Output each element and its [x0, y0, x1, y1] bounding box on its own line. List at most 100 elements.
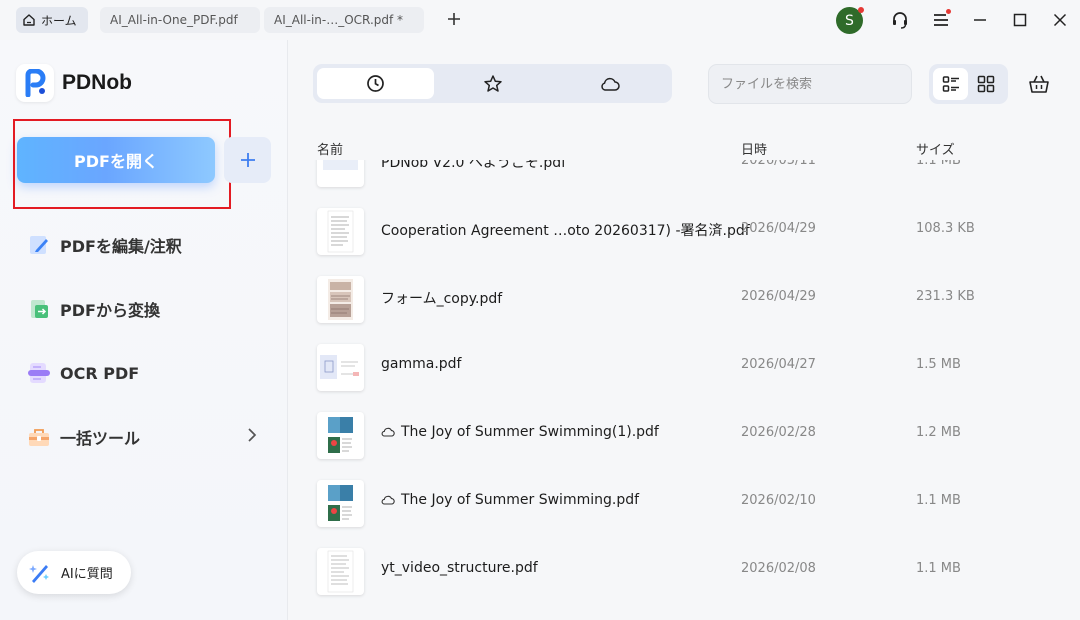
- tab-document-1[interactable]: AI_All-in-One_PDF.pdf: [100, 7, 260, 33]
- file-name: Cooperation Agreement …oto 20260317) -署名…: [381, 220, 750, 240]
- trash-button[interactable]: [1028, 73, 1050, 99]
- nav-ocr[interactable]: OCR PDF: [26, 359, 139, 387]
- nav-edit-annotate[interactable]: PDFを編集/注釈: [26, 231, 182, 259]
- grid-view-icon: [977, 75, 994, 93]
- file-row[interactable]: gamma.pdf 2026/04/27 1.5 MB: [300, 332, 1080, 400]
- nav-label: OCR PDF: [60, 363, 140, 383]
- notification-dot: [858, 7, 864, 13]
- add-button[interactable]: [224, 137, 271, 183]
- file-thumbnail: [317, 480, 364, 527]
- app-logo: PDNob: [16, 64, 132, 102]
- file-name: フォーム_copy.pdf: [381, 288, 502, 308]
- file-name: The Joy of Summer Swimming(1).pdf: [381, 424, 659, 440]
- notification-dot: [946, 9, 951, 14]
- grid-view-button[interactable]: [968, 68, 1003, 100]
- list-view-button[interactable]: [933, 68, 968, 100]
- convert-icon: [26, 296, 52, 322]
- nav-label: 一括ツール: [60, 429, 141, 448]
- column-header-size[interactable]: サイズ: [916, 139, 955, 158]
- file-search[interactable]: [708, 64, 912, 104]
- file-date: 2026/02/28: [741, 425, 816, 440]
- file-thumbnail: [317, 208, 364, 255]
- file-list: PDNob V2.0 へようこそ.pdf 2026/05/11 1.1 MB C…: [300, 160, 1080, 620]
- ocr-icon: [26, 360, 52, 386]
- home-icon: [23, 14, 35, 26]
- cloud-icon: [381, 426, 395, 438]
- file-name: PDNob V2.0 へようこそ.pdf: [381, 160, 566, 172]
- file-thumbnail: [317, 276, 364, 323]
- app-name: PDNob: [62, 71, 132, 94]
- view-toggle: [929, 64, 1008, 104]
- file-name: gamma.pdf: [381, 356, 461, 372]
- cloud-icon: [600, 77, 620, 91]
- file-name-text: The Joy of Summer Swimming(1).pdf: [401, 424, 659, 440]
- headset-icon: [893, 12, 907, 29]
- file-thumbnail: [317, 548, 364, 595]
- ask-ai-label: AIに質問: [61, 567, 113, 582]
- minimize-button[interactable]: [969, 9, 991, 31]
- tab-cloud[interactable]: [551, 68, 668, 99]
- nav-batch-tools[interactable]: 一括ツール: [26, 423, 140, 451]
- file-size: 1.1 MB: [916, 561, 961, 576]
- file-date: 2026/04/29: [741, 289, 816, 304]
- tab-home[interactable]: ホーム: [16, 7, 88, 33]
- new-tab-button[interactable]: [443, 8, 465, 30]
- tab-document-2[interactable]: AI_All-in-…_OCR.pdf *: [264, 7, 424, 33]
- avatar-letter: S: [845, 12, 854, 29]
- title-bar: ホーム AI_All-in-One_PDF.pdf AI_All-in-…_OC…: [0, 0, 1080, 40]
- view-filter-tabs: [313, 64, 672, 103]
- file-name-text: PDNob V2.0 へようこそ.pdf: [381, 160, 567, 171]
- cloud-icon: [381, 494, 395, 506]
- clock-icon: [367, 75, 384, 92]
- tab-home-label: ホーム: [41, 13, 77, 28]
- file-date: 2026/04/29: [741, 221, 816, 236]
- file-size: 108.3 KB: [916, 221, 975, 236]
- column-header-name[interactable]: 名前: [317, 139, 343, 158]
- user-avatar[interactable]: S: [836, 7, 864, 34]
- close-icon: [1053, 13, 1067, 27]
- toolbox-icon: [26, 424, 52, 450]
- file-row[interactable]: フォーム_copy.pdf 2026/04/29 231.3 KB: [300, 264, 1080, 332]
- nav-convert[interactable]: PDFから変換: [26, 295, 160, 323]
- support-button[interactable]: [889, 9, 911, 31]
- trash-basket-icon: [1029, 75, 1049, 93]
- file-date: 2026/02/08: [741, 561, 816, 576]
- chevron-right-icon: [248, 428, 257, 442]
- batch-tools-chevron[interactable]: [244, 426, 260, 448]
- list-view-icon: [942, 76, 959, 92]
- file-row[interactable]: yt_video_structure.pdf 2026/02/08 1.1 MB: [300, 536, 1080, 604]
- file-date: 2026/04/27: [741, 357, 816, 372]
- tab-starred[interactable]: [434, 68, 551, 99]
- close-button[interactable]: [1049, 9, 1071, 31]
- file-name-text: yt_video_structure.pdf: [381, 560, 538, 576]
- file-name-text: フォーム_copy.pdf: [381, 291, 503, 307]
- tab-recent[interactable]: [317, 68, 434, 99]
- file-thumbnail: [317, 412, 364, 459]
- column-header-date[interactable]: 日時: [741, 139, 767, 158]
- file-size: 1.5 MB: [916, 357, 961, 372]
- file-thumbnail: [317, 160, 364, 187]
- file-size: 1.1 MB: [916, 493, 961, 508]
- file-row[interactable]: PDNob V2.0 へようこそ.pdf 2026/05/11 1.1 MB: [300, 160, 1080, 196]
- minimize-icon: [974, 19, 986, 21]
- menu-button[interactable]: [930, 9, 952, 31]
- tab-label: AI_All-in-One_PDF.pdf: [110, 13, 238, 27]
- maximize-button[interactable]: [1009, 9, 1031, 31]
- tab-label: AI_All-in-…_OCR.pdf *: [274, 13, 404, 27]
- file-row[interactable]: The Joy of Summer Swimming.pdf 2026/02/1…: [300, 468, 1080, 536]
- highlight-annotation: [13, 119, 231, 209]
- edit-icon: [26, 232, 52, 258]
- plus-icon: [240, 153, 255, 167]
- ask-ai-button[interactable]: AIに質問: [17, 551, 131, 594]
- file-name-text: The Joy of Summer Swimming.pdf: [401, 492, 640, 508]
- star-icon: [483, 74, 502, 92]
- file-row[interactable]: Cooperation Agreement …oto 20260317) -署名…: [300, 196, 1080, 264]
- file-name-text: Cooperation Agreement …oto 20260317) -署名…: [381, 223, 750, 239]
- file-row[interactable]: The Joy of Summer Swimming(1).pdf 2026/0…: [300, 400, 1080, 468]
- ai-sparkle-icon: [29, 562, 51, 584]
- search-input[interactable]: [721, 76, 901, 92]
- file-thumbnail: [317, 344, 364, 391]
- hamburger-icon: [934, 14, 948, 26]
- file-size: 1.1 MB: [916, 160, 961, 168]
- plus-icon: [448, 13, 460, 25]
